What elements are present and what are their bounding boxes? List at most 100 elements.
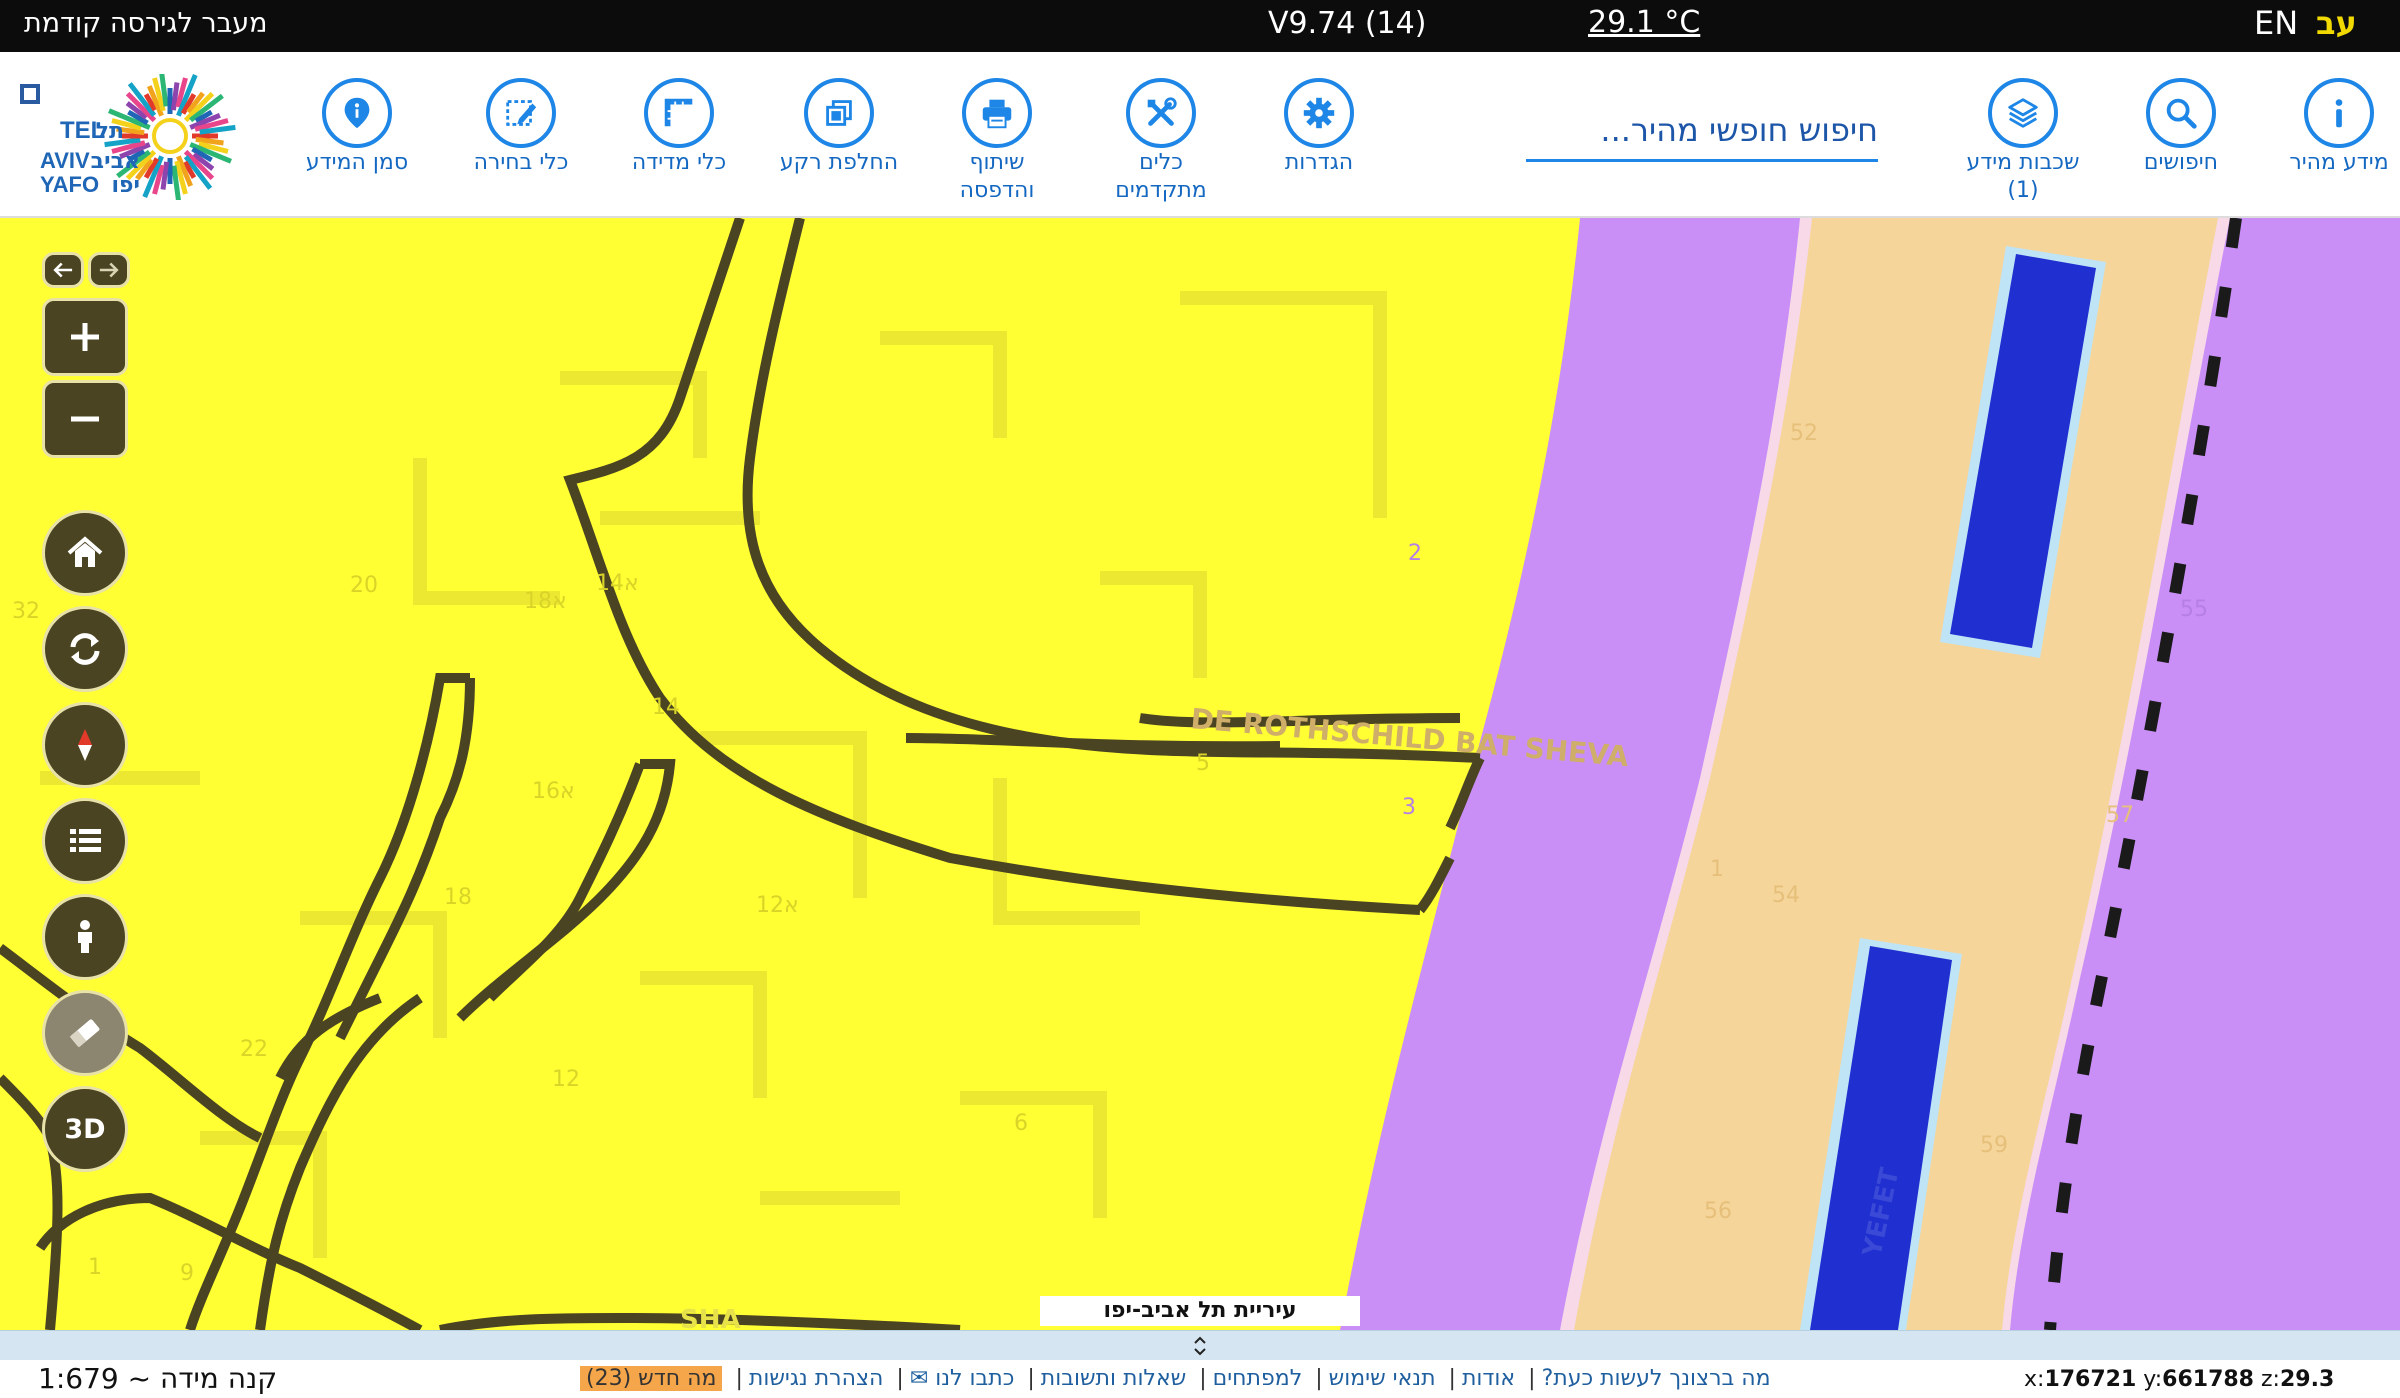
panel-resize-strip[interactable] bbox=[0, 1330, 2400, 1360]
link-separator: | bbox=[1199, 1366, 1207, 1391]
measure-tools-button[interactable]: כלי מדידה bbox=[594, 78, 764, 176]
house-number-label: 6 bbox=[1014, 1111, 1028, 1136]
zoom-out-button[interactable] bbox=[42, 380, 128, 458]
advanced-tools-button[interactable]: כלים מתקדמים bbox=[1076, 78, 1246, 204]
house-number-label: 1 bbox=[88, 1255, 102, 1280]
layers-icon bbox=[2008, 98, 2038, 128]
coord-z-value: 29.3 bbox=[2279, 1367, 2335, 1392]
compass-icon bbox=[78, 729, 92, 761]
house-number-label: 59 bbox=[1980, 1133, 2008, 1158]
city-emblem-logo-icon: TEL AVIV YAFO תל אביב יפו bbox=[20, 70, 236, 202]
whats-new-badge[interactable]: מה חדש (23) bbox=[580, 1366, 723, 1391]
house-number-label: 56 bbox=[1704, 1199, 1732, 1224]
house-number-label: 12 bbox=[552, 1067, 580, 1092]
layers-label: שכבות מידע bbox=[1966, 150, 2080, 175]
link-separator: | bbox=[1027, 1366, 1035, 1391]
info-marker-button[interactable]: סמן המידע bbox=[272, 78, 442, 176]
link-separator: | bbox=[896, 1366, 904, 1391]
street-label-sha: SHA bbox=[680, 1305, 741, 1330]
scale-readout: קנה מידה ~ 1:679 bbox=[38, 1362, 278, 1395]
advanced-tools-label-2: מתקדמים bbox=[1115, 178, 1207, 203]
history-forward-button[interactable] bbox=[88, 252, 130, 288]
3d-label: 3D bbox=[64, 1113, 106, 1145]
map-attribution: עיריית תל אביב-יפו bbox=[1040, 1296, 1360, 1326]
language-en-button[interactable]: EN bbox=[2254, 4, 2298, 42]
arrow-left-icon bbox=[53, 262, 73, 278]
resize-handle-icon[interactable] bbox=[1192, 1334, 1208, 1358]
svg-text:AVIV: AVIV bbox=[40, 148, 90, 173]
version-label: V9.74 (14) bbox=[1268, 6, 1427, 41]
svg-text:תל: תל bbox=[96, 119, 124, 144]
printer-icon bbox=[982, 99, 1012, 129]
search-icon bbox=[2166, 98, 2197, 129]
house-number-label: 57 bbox=[2106, 803, 2134, 828]
zoom-in-button[interactable] bbox=[42, 298, 128, 376]
share-print-button[interactable]: שיתוף והדפסה bbox=[912, 78, 1082, 204]
svg-text:אביב: אביב bbox=[91, 149, 140, 174]
home-button[interactable] bbox=[42, 510, 128, 596]
settings-button[interactable]: הגדרות bbox=[1234, 78, 1404, 176]
top-bar: מעבר לגירסה קודמת V9.74 (14) 29.1 °C EN … bbox=[0, 0, 2400, 52]
arrow-right-icon bbox=[99, 262, 119, 278]
svg-text:יפו: יפו bbox=[112, 173, 141, 198]
house-number-label: 18א bbox=[524, 589, 567, 614]
coord-x-label: x: bbox=[2024, 1367, 2045, 1392]
share-print-label-2: והדפסה bbox=[959, 178, 1035, 203]
tools-icon bbox=[1147, 97, 1177, 126]
link-about[interactable]: אודות bbox=[1462, 1366, 1515, 1391]
map-pin-icon bbox=[344, 97, 370, 129]
map-canvas[interactable]: 52 2 55 20 18א 14א 32 14 16א 5 3 57 1 54 18 12א 22 12 6 59 5… bbox=[0, 218, 2400, 1330]
link-accessibility[interactable]: הצהרת נגישות bbox=[749, 1366, 884, 1391]
street-view-button[interactable] bbox=[42, 894, 128, 980]
house-number-label: 22 bbox=[240, 1037, 268, 1062]
link-separator: | bbox=[1315, 1366, 1323, 1391]
link-contact[interactable]: כתבו לנו ✉ bbox=[910, 1366, 1015, 1391]
house-number-label: 55 bbox=[2180, 597, 2208, 622]
compass-north-button[interactable] bbox=[42, 702, 128, 788]
link-terms[interactable]: תנאי שימוש bbox=[1329, 1366, 1436, 1391]
language-he-button[interactable]: עב bbox=[2316, 4, 2357, 42]
link-faq[interactable]: שאלות ותשובות bbox=[1041, 1366, 1186, 1391]
weather-temperature[interactable]: 29.1 °C bbox=[1588, 4, 1700, 42]
quick-info-button[interactable]: מידע מהיר bbox=[2254, 78, 2400, 176]
measure-tools-label: כלי מדידה bbox=[631, 150, 727, 175]
link-separator: | bbox=[735, 1366, 743, 1391]
house-number-label: 2 bbox=[1408, 541, 1422, 566]
map-layers: 52 2 55 20 18א 14א 32 14 16א 5 3 57 1 54 18 12א 22 12 6 59 5… bbox=[0, 218, 2400, 1330]
3d-view-button[interactable]: 3D bbox=[42, 1086, 128, 1172]
house-number-label: 1 bbox=[1710, 857, 1724, 882]
link-separator: | bbox=[1528, 1366, 1536, 1391]
link-developers[interactable]: למפתחים bbox=[1213, 1366, 1303, 1391]
house-number-label: 3 bbox=[1402, 795, 1416, 820]
quick-search-input[interactable] bbox=[1526, 100, 1878, 159]
legend-list-button[interactable] bbox=[42, 798, 128, 884]
layers-button[interactable]: שכבות מידע (1) bbox=[1938, 78, 2108, 204]
basemap-switch-button[interactable]: החלפת רקע bbox=[754, 78, 924, 176]
plus-icon bbox=[71, 323, 99, 351]
select-tools-button[interactable]: כלי בחירה bbox=[436, 78, 606, 176]
refresh-button[interactable] bbox=[42, 606, 128, 692]
searches-button[interactable]: חיפושים bbox=[2096, 78, 2266, 176]
advanced-tools-label-1: כלים bbox=[1139, 150, 1183, 175]
coord-y-label: y: bbox=[2143, 1367, 2163, 1392]
previous-version-link[interactable]: מעבר לגירסה קודמת bbox=[24, 6, 268, 42]
house-number-label: 9 bbox=[180, 1261, 194, 1286]
home-icon bbox=[67, 536, 103, 567]
tel-aviv-logo[interactable]: TEL AVIV YAFO תל אביב יפו bbox=[20, 70, 250, 202]
house-number-label: 16א bbox=[532, 779, 575, 804]
quick-info-label: מידע מהיר bbox=[2289, 150, 2389, 175]
history-back-button[interactable] bbox=[42, 252, 84, 288]
basemap-switch-label: החלפת רקע bbox=[779, 150, 899, 175]
link-what-now[interactable]: מה ברצונך לעשות כעת? bbox=[1542, 1366, 1771, 1391]
house-number-label: 14 bbox=[652, 695, 680, 720]
coordinates-readout: x:176721 y:661788 z:29.3 bbox=[2024, 1366, 2334, 1394]
footer-links: מה ברצונך לעשות כעת?| אודות| תנאי שימוש|… bbox=[580, 1364, 1820, 1394]
person-icon bbox=[78, 920, 92, 953]
info-marker-label: סמן המידע bbox=[305, 150, 409, 175]
basemap-switch-icon bbox=[826, 100, 852, 126]
eraser-icon bbox=[69, 1019, 100, 1048]
eraser-button[interactable] bbox=[42, 990, 128, 1076]
house-number-label: 52 bbox=[1790, 421, 1818, 446]
quick-search-box[interactable] bbox=[1526, 100, 1878, 162]
coord-y-value: 661788 bbox=[2162, 1367, 2254, 1392]
